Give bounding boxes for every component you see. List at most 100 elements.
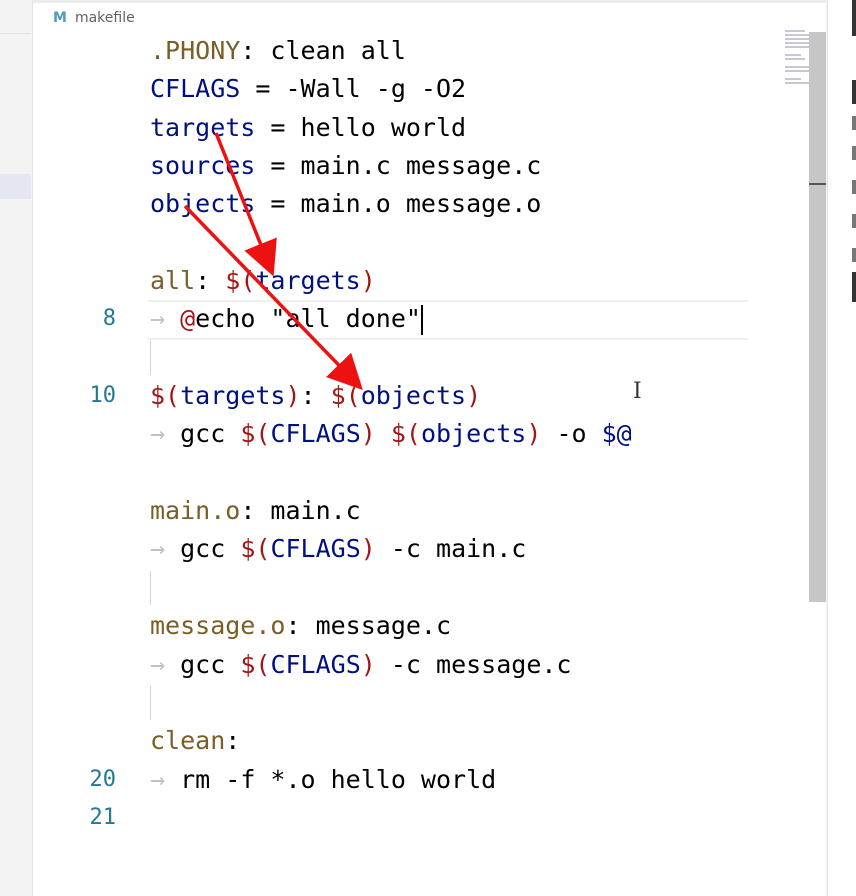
code-token: $( — [240, 649, 271, 679]
code-text[interactable]: all: $(targets) — [150, 262, 376, 300]
code-token: = -Wall -g -O2 — [240, 74, 467, 104]
code-text[interactable]: → rm -f *.o hello world — [150, 761, 496, 799]
code-line[interactable]: message.o: message.c — [33, 607, 826, 645]
code-token: -c main.c — [375, 534, 527, 564]
panel-item — [852, 116, 856, 130]
code-token: objects — [150, 189, 256, 219]
tab-arrow-icon: → — [150, 304, 181, 334]
code-line[interactable] — [33, 684, 826, 722]
code-line[interactable] — [33, 569, 826, 607]
code-token: : clean all — [240, 36, 406, 65]
line-number: 10 — [89, 383, 117, 409]
code-token: : message.c — [285, 611, 452, 641]
code-token: targets — [255, 266, 361, 296]
code-token: CFLAGS — [270, 534, 361, 564]
code-token: = main.c message.c — [255, 151, 542, 181]
code-text[interactable]: → gcc $(CFLAGS) -c message.c — [150, 646, 571, 684]
code-line[interactable]: → gcc $(CFLAGS) -c message.c — [33, 646, 826, 684]
panel-item — [852, 180, 856, 194]
code-token: CFLAGS — [150, 74, 241, 104]
code-line[interactable]: → gcc $(CFLAGS) $(objects) -o $@ — [33, 415, 826, 453]
code-token: @ — [180, 304, 196, 334]
code-text[interactable]: targets = hello world — [150, 109, 466, 147]
tab-arrow-icon: → — [150, 534, 181, 564]
tab-arrow-icon: → — [150, 419, 181, 449]
text-caret — [420, 305, 423, 336]
code-line[interactable]: CFLAGS = -Wall -g -O2 — [33, 70, 826, 108]
code-line[interactable] — [33, 454, 826, 492]
code-token: ) — [526, 419, 542, 449]
code-token: CFLAGS — [270, 419, 361, 449]
code-token: rm -f *.o hello world — [180, 764, 497, 794]
code-token: all — [150, 266, 196, 296]
code-text[interactable]: CFLAGS = -Wall -g -O2 — [150, 70, 466, 108]
panel-edge — [852, 272, 856, 302]
code-line[interactable]: 8 → @echo "all done" — [33, 300, 826, 341]
code-token: ) — [360, 534, 376, 564]
indent-guide — [150, 570, 151, 605]
panel-item — [852, 248, 856, 262]
code-token: $( — [150, 381, 181, 411]
code-token: -c message.c — [375, 649, 572, 679]
cursor-position-marker — [809, 183, 826, 185]
code-line[interactable] — [33, 224, 826, 262]
breadcrumb[interactable]: M makefile — [53, 9, 135, 27]
code-token: $( — [225, 266, 256, 296]
tab-arrow-icon: → — [150, 649, 181, 679]
code-text[interactable]: $(targets): $(objects) — [150, 377, 481, 415]
code-token: .PHONY — [150, 36, 241, 65]
indent-guide — [150, 340, 151, 375]
code-line[interactable] — [33, 339, 826, 377]
code-line[interactable]: all: $(targets) — [33, 262, 826, 300]
code-text[interactable]: .PHONY: clean all — [150, 32, 406, 70]
code-line[interactable]: .PHONY: clean all — [33, 32, 826, 70]
code-line[interactable]: → gcc $(CFLAGS) -c main.c — [33, 530, 826, 568]
code-line[interactable]: targets = hello world — [33, 109, 826, 147]
code-editor[interactable]: M makefile .PHONY: clean all CFLAGS = -Wa… — [33, 0, 826, 896]
code-line[interactable]: main.o: main.c — [33, 492, 826, 530]
code-token: = main.o message.o — [255, 189, 542, 219]
code-token: main.o — [150, 496, 241, 526]
code-line[interactable]: objects = main.o message.o — [33, 185, 826, 223]
code-token: gcc — [180, 534, 241, 564]
code-line[interactable]: 21 — [33, 799, 826, 837]
breadcrumb-file[interactable]: makefile — [75, 10, 135, 26]
code-text[interactable]: → gcc $(CFLAGS) $(objects) -o $@ — [150, 415, 632, 453]
code-text[interactable]: → gcc $(CFLAGS) -c main.c — [150, 530, 526, 568]
line-number: 20 — [89, 766, 117, 792]
panel-divider — [0, 33, 31, 34]
tab-arrow-icon: → — [150, 764, 181, 794]
code-line[interactable]: clean: — [33, 722, 826, 760]
vertical-scrollbar-thumb[interactable] — [809, 32, 826, 602]
code-line[interactable]: 10 $(targets): $(objects) — [33, 377, 826, 415]
code-token: objects — [420, 419, 527, 449]
code-text[interactable]: clean: — [150, 722, 240, 760]
code-token: $( — [330, 381, 361, 411]
code-line[interactable]: sources = main.c message.c — [33, 147, 826, 185]
code-text[interactable]: sources = main.c message.c — [150, 147, 541, 185]
code-token: $( — [240, 419, 271, 449]
tab-bar — [33, 0, 826, 3]
code-token: = hello world — [255, 112, 467, 142]
code-text[interactable]: objects = main.o message.o — [150, 185, 541, 223]
code-token: -o — [541, 419, 602, 449]
explorer-panel — [0, 0, 33, 896]
code-line[interactable]: 20 → rm -f *.o hello world — [33, 761, 826, 799]
code-token: : — [300, 381, 331, 411]
code-token: echo "all done" — [195, 304, 421, 334]
secondary-panel — [827, 0, 856, 896]
code-text[interactable]: message.o: message.c — [150, 607, 451, 645]
code-token: $( — [390, 419, 421, 449]
code-text[interactable]: main.o: main.c — [150, 492, 361, 530]
code-text[interactable]: → @echo "all done" — [150, 300, 423, 338]
code-token: ) — [360, 419, 376, 449]
explorer-selected-item[interactable] — [0, 174, 31, 199]
code-token: : — [195, 266, 226, 296]
code-token: ) — [285, 381, 301, 411]
code-lines[interactable]: .PHONY: clean all CFLAGS = -Wall -g -O2 ta… — [33, 32, 826, 837]
panel-edge — [852, 0, 856, 36]
panel-item — [852, 146, 856, 160]
code-token: $@ — [601, 419, 632, 449]
code-token: sources — [150, 151, 256, 181]
